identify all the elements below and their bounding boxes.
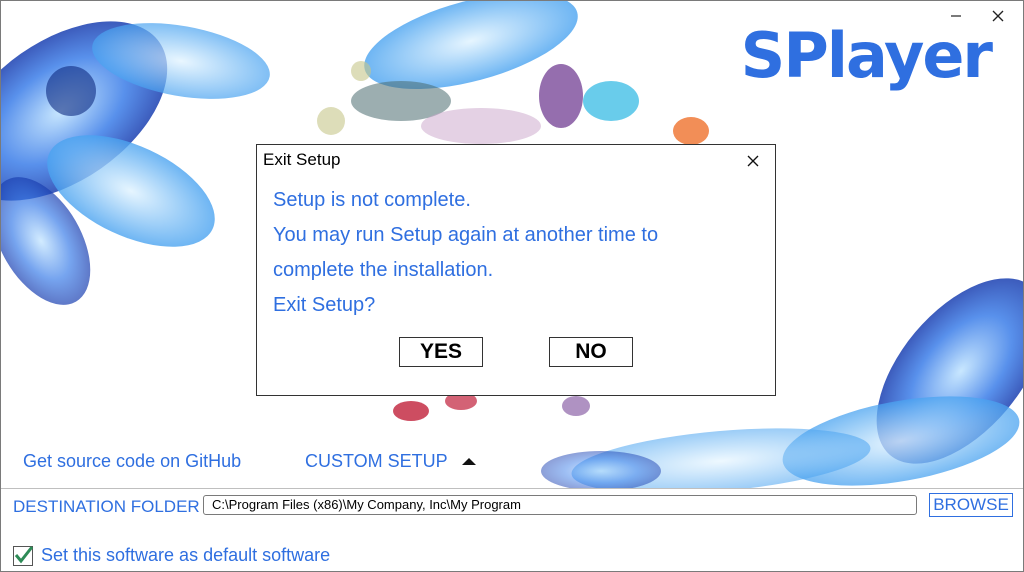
default-software-label: Set this software as default software xyxy=(41,545,331,565)
minimize-button[interactable] xyxy=(941,5,971,27)
github-link[interactable]: Get source code on GitHub xyxy=(23,451,241,472)
dialog-line: Exit Setup? xyxy=(273,294,376,316)
dialog-line: Setup is not complete. xyxy=(273,189,471,211)
exit-setup-dialog: Exit Setup Setup is not complete. You ma… xyxy=(256,144,776,396)
window-close-button[interactable] xyxy=(983,5,1013,27)
installer-window: SPlayer Exit Setup Setup is not complete… xyxy=(0,0,1024,572)
dialog-line: You may run Setup again at another time … xyxy=(273,224,659,246)
close-icon xyxy=(747,155,759,167)
dialog-line: complete the installation. xyxy=(273,259,494,281)
dialog-title: Exit Setup xyxy=(263,150,341,169)
dialog-message: Setup is not complete. You may run Setup… xyxy=(273,183,763,323)
no-button[interactable]: NO xyxy=(549,337,633,367)
default-software-checkbox[interactable] xyxy=(13,545,34,566)
custom-setup-toggle[interactable]: CUSTOM SETUP xyxy=(305,451,476,472)
app-logo: SPlayer xyxy=(740,19,993,92)
dialog-close-button[interactable] xyxy=(743,151,763,171)
browse-button[interactable]: BROWSE xyxy=(929,493,1013,517)
default-software-row: Set this software as default software xyxy=(13,545,330,566)
yes-button[interactable]: YES xyxy=(399,337,483,367)
destination-panel: DESTINATION FOLDER C:\Program Files (x86… xyxy=(1,488,1023,571)
close-icon xyxy=(992,10,1004,22)
destination-path-input[interactable]: C:\Program Files (x86)\My Company, Inc\M… xyxy=(203,495,917,515)
minimize-icon xyxy=(951,15,961,17)
bottom-links: Get source code on GitHub CUSTOM SETUP xyxy=(1,447,1023,477)
checkmark-icon xyxy=(14,545,34,563)
chevron-up-icon xyxy=(461,458,476,465)
custom-setup-label: CUSTOM SETUP xyxy=(305,451,448,471)
destination-label: DESTINATION FOLDER xyxy=(13,497,200,516)
